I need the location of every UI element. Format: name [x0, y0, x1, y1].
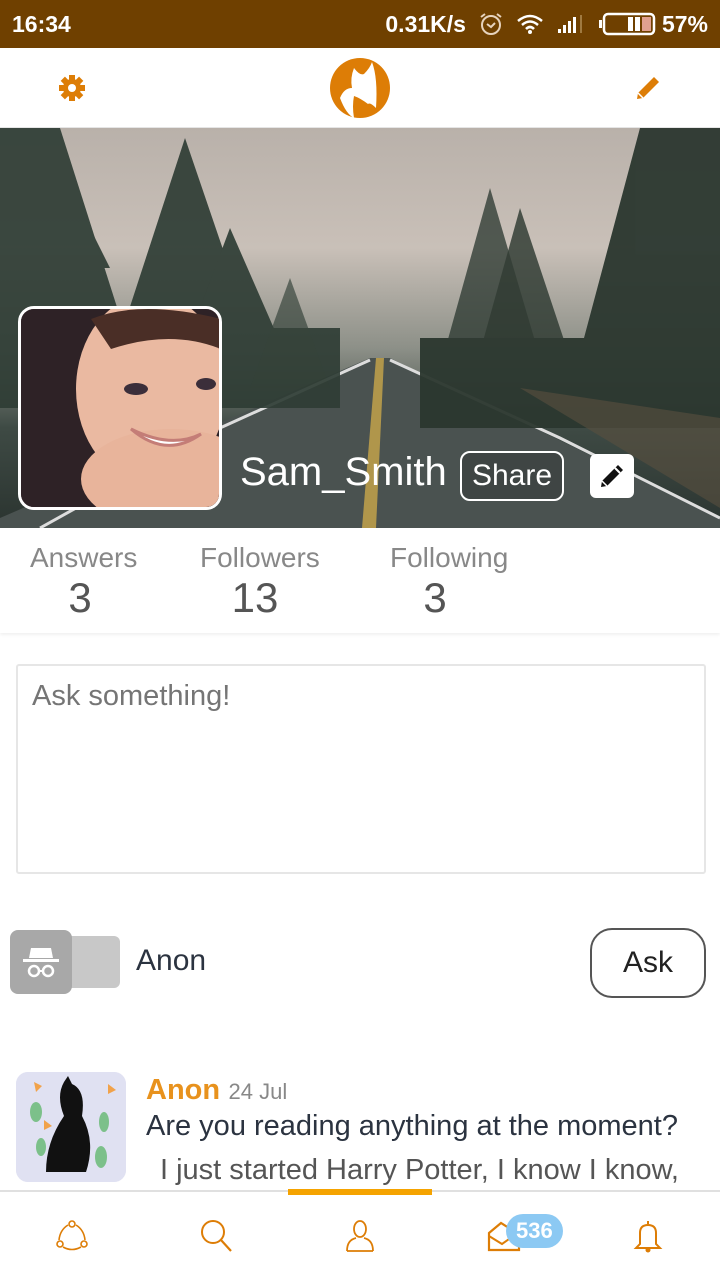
nav-profile[interactable] — [288, 1192, 432, 1280]
app-header — [0, 48, 720, 128]
wifi-icon — [516, 13, 544, 35]
stat-label: Followers — [200, 542, 320, 573]
profile-stats: Answers 3 Followers 13 Following 3 — [0, 528, 720, 633]
feed-date: 24 Jul — [228, 1079, 288, 1104]
bottom-nav: 536 — [0, 1189, 720, 1280]
stat-value: 3 — [68, 574, 92, 621]
stat-label: Following — [390, 542, 509, 573]
stat-label: Answers — [30, 542, 138, 573]
compose-button[interactable] — [630, 70, 666, 106]
status-time: 16:34 — [12, 10, 71, 37]
toggle-thumb — [10, 930, 72, 994]
stat-value: 13 — [231, 574, 279, 621]
settings-button[interactable] — [54, 70, 90, 106]
user-icon — [346, 1220, 374, 1252]
stat-followers[interactable]: Followers 13 — [200, 528, 380, 633]
ask-button[interactable]: Ask — [590, 928, 706, 998]
ask-input[interactable] — [32, 680, 690, 858]
inbox-badge: 536 — [506, 1214, 563, 1248]
profile-avatar[interactable] — [18, 306, 222, 510]
nav-inbox[interactable]: 536 — [432, 1192, 576, 1280]
feed-item[interactable]: Anon 24 Jul Are you reading anything at … — [0, 1070, 720, 1190]
nav-notifications[interactable] — [576, 1192, 720, 1280]
signal-icon — [556, 14, 586, 34]
stat-answers[interactable]: Answers 3 — [20, 528, 200, 633]
nav-feed[interactable] — [0, 1192, 144, 1280]
alarm-icon — [478, 11, 504, 37]
battery-percent: 57% — [661, 10, 708, 37]
network-speed: 0.31K/s — [385, 10, 466, 37]
feed-avatar[interactable] — [16, 1072, 126, 1182]
ask-box — [16, 664, 706, 874]
anon-toggle[interactable] — [10, 930, 120, 994]
incognito-icon — [23, 948, 59, 978]
nav-search[interactable] — [144, 1192, 288, 1280]
battery-icon: 57% — [598, 11, 708, 38]
share-network-icon — [56, 1220, 88, 1251]
cover-photo: Sam_Smith Share — [0, 128, 720, 528]
anon-label: Anon — [136, 944, 207, 977]
feed-answer: I just started Harry Potter, I know I kn… — [160, 1154, 679, 1186]
profile-username: Sam_Smith — [240, 450, 447, 494]
feed-author[interactable]: Anon — [146, 1074, 220, 1106]
fox-logo[interactable] — [330, 58, 390, 118]
pencil-icon — [637, 77, 659, 99]
feed-meta: Anon 24 Jul — [146, 1074, 287, 1107]
gear-icon — [59, 75, 85, 101]
search-icon — [201, 1220, 232, 1252]
bell-icon — [633, 1221, 663, 1253]
feed-question: Are you reading anything at the moment? — [146, 1110, 678, 1142]
stat-following[interactable]: Following 3 — [380, 528, 560, 633]
stat-value: 3 — [423, 574, 447, 621]
share-button[interactable]: Share — [460, 451, 564, 501]
status-bar: 16:34 0.31K/s 57% — [0, 0, 720, 48]
edit-profile-button[interactable] — [590, 454, 634, 498]
pencil-icon — [601, 465, 623, 487]
